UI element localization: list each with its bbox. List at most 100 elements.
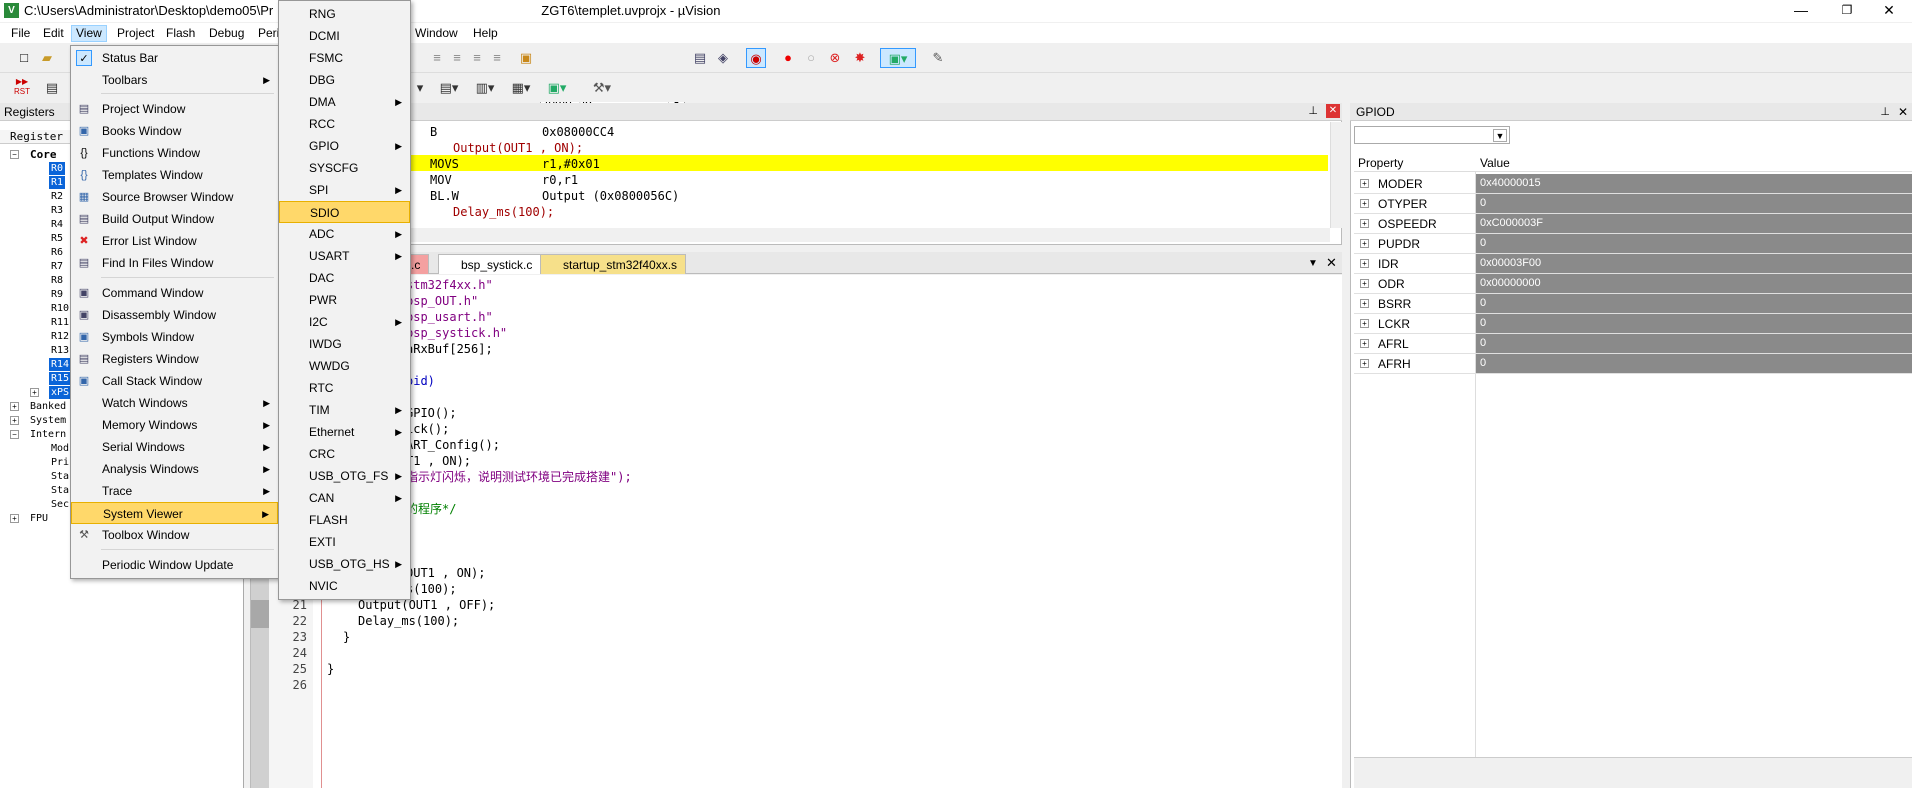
register-row[interactable]: R13: [51, 344, 69, 357]
menu-item-registers-window[interactable]: ▤ Registers Window: [71, 348, 278, 370]
register-row[interactable]: Mod: [51, 442, 69, 455]
sv-item-wwdg[interactable]: WWDG: [279, 355, 410, 377]
gpio-register-row[interactable]: + AFRH 0: [1354, 354, 1912, 374]
tree-expand-icon[interactable]: +: [1360, 259, 1369, 268]
menu-item-status-bar[interactable]: ✓ Status Bar: [71, 47, 278, 69]
register-row[interactable]: Pri: [51, 456, 69, 469]
trace-window-icon[interactable]: ▣▾: [542, 78, 572, 98]
sv-item-sdio[interactable]: SDIO: [279, 201, 410, 223]
close-icon[interactable]: ✕: [1898, 103, 1908, 121]
sv-item-dcmi[interactable]: DCMI: [279, 25, 410, 47]
sv-item-iwdg[interactable]: IWDG: [279, 333, 410, 355]
menu-view[interactable]: View: [71, 25, 107, 42]
register-value[interactable]: 0: [1476, 334, 1912, 353]
sv-item-adc[interactable]: ADC ▶: [279, 223, 410, 245]
menu-item-error-list-window[interactable]: ✖ Error List Window: [71, 230, 278, 252]
register-row[interactable]: Sta: [51, 484, 69, 497]
unindent-icon[interactable]: ≡: [447, 48, 467, 68]
menu-item-toolbars[interactable]: Toolbars ▶: [71, 69, 278, 91]
run-icon[interactable]: ▤: [42, 78, 62, 98]
incremental-find-icon[interactable]: ◈: [713, 48, 733, 68]
register-row[interactable]: R8: [51, 274, 63, 287]
menu-project[interactable]: Project: [113, 25, 158, 42]
menu-file[interactable]: File: [7, 25, 34, 42]
gpio-register-row[interactable]: + MODER 0x40000015: [1354, 174, 1912, 194]
tab-bsp-systick[interactable]: bsp_systick.c: [438, 254, 542, 274]
menu-item-project-window[interactable]: ▤ Project Window: [71, 98, 278, 120]
tree-expand-icon[interactable]: +: [10, 514, 19, 523]
disable-breakpoint-icon[interactable]: ○: [801, 48, 821, 68]
register-row[interactable]: R11: [51, 316, 69, 329]
minimize-button[interactable]: —: [1778, 0, 1824, 22]
tree-expand-icon[interactable]: +: [1360, 299, 1369, 308]
close-icon[interactable]: ✕: [1326, 104, 1340, 118]
debug-session-icon[interactable]: ◉: [746, 48, 766, 68]
menu-item-watch-windows[interactable]: Watch Windows ▶: [71, 392, 278, 414]
sv-item-rcc[interactable]: RCC: [279, 113, 410, 135]
tree-expand-icon[interactable]: +: [1360, 239, 1369, 248]
register-value[interactable]: 0xC000003F: [1476, 214, 1912, 233]
menu-item-functions-window[interactable]: {} Functions Window: [71, 142, 278, 164]
menu-item-call-stack-window[interactable]: ▣ Call Stack Window: [71, 370, 278, 392]
tree-expand-icon[interactable]: +: [10, 416, 19, 425]
tree-expand-icon[interactable]: +: [1360, 219, 1369, 228]
tree-collapse-icon[interactable]: −: [10, 150, 19, 159]
sv-item-pwr[interactable]: PWR: [279, 289, 410, 311]
register-group[interactable]: FPU: [30, 512, 48, 525]
menu-item-templates-window[interactable]: {} Templates Window: [71, 164, 278, 186]
register-group[interactable]: Intern: [30, 428, 66, 441]
register-row[interactable]: R7: [51, 260, 63, 273]
gpio-register-row[interactable]: + OTYPER 0: [1354, 194, 1912, 214]
menu-item-command-window[interactable]: ▣ Command Window: [71, 282, 278, 304]
new-file-icon[interactable]: □: [14, 48, 34, 68]
sv-item-spi[interactable]: SPI ▶: [279, 179, 410, 201]
menu-item-analysis-windows[interactable]: Analysis Windows ▶: [71, 458, 278, 480]
sv-item-rtc[interactable]: RTC: [279, 377, 410, 399]
tree-expand-icon[interactable]: +: [1360, 319, 1369, 328]
register-row[interactable]: R6: [51, 246, 63, 259]
menu-window[interactable]: Window: [411, 25, 462, 42]
horizontal-scrollbar[interactable]: [252, 228, 1330, 242]
register-group[interactable]: Banked: [30, 400, 66, 413]
register-value[interactable]: 0x40000015: [1476, 174, 1912, 193]
serial-window-icon[interactable]: ▥▾: [470, 78, 500, 98]
sv-item-flash[interactable]: FLASH: [279, 509, 410, 531]
tab-list-icon[interactable]: ▼: [1308, 258, 1318, 269]
sv-item-i2c[interactable]: I2C ▶: [279, 311, 410, 333]
register-row[interactable]: R5: [51, 232, 63, 245]
kill-all-breakpoints-icon[interactable]: ✸: [850, 48, 870, 68]
register-row[interactable]: R3: [51, 204, 63, 217]
tree-expand-icon[interactable]: +: [1360, 359, 1369, 368]
window-layout-icon[interactable]: ▣▾: [880, 48, 916, 68]
pin-icon[interactable]: ⊥: [1880, 103, 1890, 121]
menu-edit[interactable]: Edit: [39, 25, 68, 42]
register-value[interactable]: 0: [1476, 234, 1912, 253]
indent-icon[interactable]: ≡: [427, 48, 447, 68]
breakpoint-icon[interactable]: ●: [778, 48, 798, 68]
pin-icon[interactable]: ⊥: [1308, 104, 1318, 117]
register-value[interactable]: 0: [1476, 294, 1912, 313]
sv-item-usart[interactable]: USART ▶: [279, 245, 410, 267]
sv-item-can[interactable]: CAN ▶: [279, 487, 410, 509]
disable-all-breakpoints-icon[interactable]: ⊗: [825, 48, 845, 68]
toolbox-icon[interactable]: ⚒▾: [587, 78, 617, 98]
sv-item-gpio[interactable]: GPIO ▶: [279, 135, 410, 157]
sv-item-ethernet[interactable]: Ethernet ▶: [279, 421, 410, 443]
sv-item-exti[interactable]: EXTI: [279, 531, 410, 553]
close-button[interactable]: ✕: [1866, 0, 1912, 22]
tree-expand-icon[interactable]: +: [1360, 339, 1369, 348]
sv-item-usb-otg-hs[interactable]: USB_OTG_HS ▶: [279, 553, 410, 575]
tab-startup[interactable]: startup_stm32f40xx.s: [540, 254, 687, 274]
register-value[interactable]: 0: [1476, 314, 1912, 333]
tree-expand-icon[interactable]: +: [1360, 179, 1369, 188]
reset-button[interactable]: ▶▶ RST: [10, 77, 34, 97]
find-icon[interactable]: ▣: [516, 48, 536, 68]
vertical-scrollbar[interactable]: [1330, 122, 1342, 228]
menu-help[interactable]: Help: [469, 25, 502, 42]
register-row[interactable]: R0: [49, 162, 66, 175]
analysis-window-icon[interactable]: ▦▾: [506, 78, 536, 98]
call-stack-dropdown-icon[interactable]: ▾: [413, 78, 427, 98]
register-row[interactable]: R15: [49, 372, 72, 385]
menu-item-source-browser-window[interactable]: ▦ Source Browser Window: [71, 186, 278, 208]
sv-item-dac[interactable]: DAC: [279, 267, 410, 289]
